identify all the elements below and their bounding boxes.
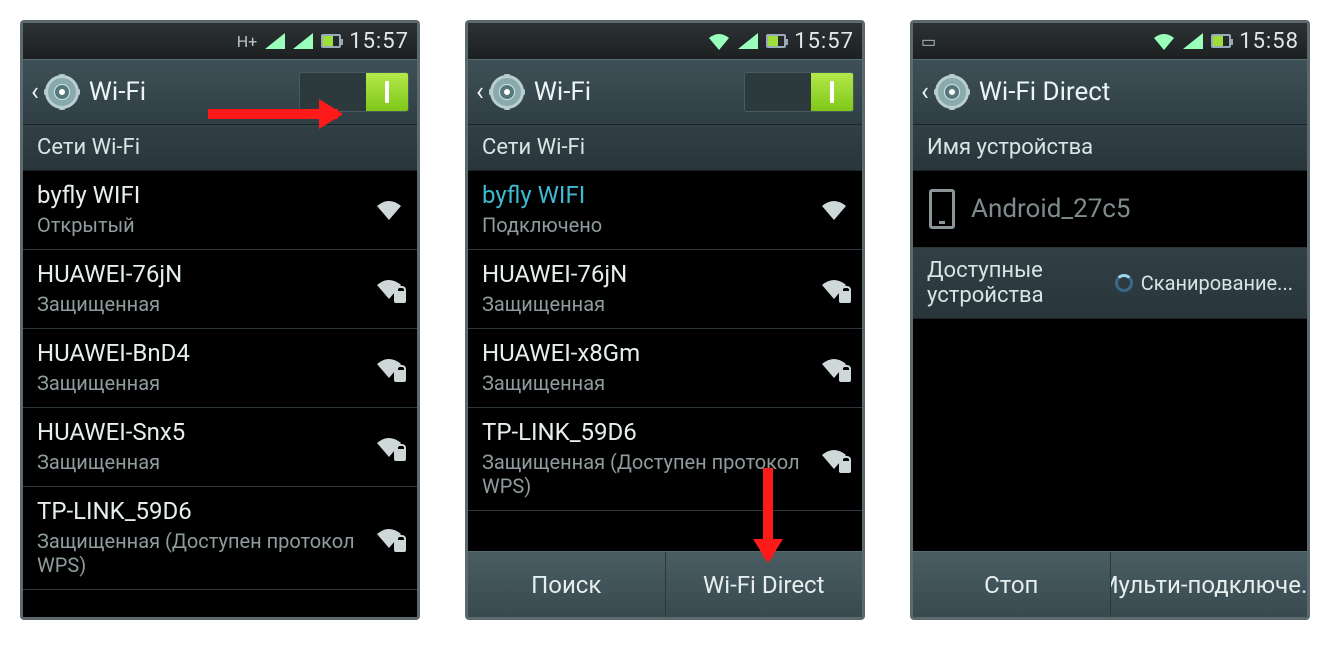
wifi-network-list: byfly WIFI Открытый HUAWEI-76jN Защищенная… [23,171,417,617]
signal-icon [738,33,758,49]
back-button[interactable]: ‹ [476,77,488,107]
wifi-signal-lock-icon [820,356,848,378]
header-bar: ‹ Wi-Fi [468,59,862,125]
wifi-signal-lock-icon [375,526,403,548]
wifi-signal-lock-icon [375,277,403,299]
network-status: Защищенная [37,450,375,474]
annotation-arrow-down [763,468,773,558]
page-title: Wi-Fi [89,77,299,107]
wifi-signal-lock-icon [820,277,848,299]
status-bar: ▭ 15:58 [913,23,1307,59]
device-name: Android_27c5 [971,194,1131,224]
network-name: TP-LINK_59D6 [37,497,375,525]
settings-gear-icon [490,75,524,109]
page-title: Wi-Fi [534,77,744,107]
settings-gear-icon [45,75,79,109]
clock: 15:57 [349,29,409,54]
scanning-indicator: Сканирование... [1115,271,1293,295]
battery-icon [766,34,786,48]
status-bar: 15:57 [468,23,862,59]
battery-icon [1211,34,1231,48]
settings-gear-icon [935,75,969,109]
wifi-network-row[interactable]: HUAWEI-76jN Защищенная [23,250,417,329]
section-header: Сети Wi-Fi [23,125,417,171]
network-status: Защищенная [482,371,820,395]
network-status: Защищенная [37,292,375,316]
wifi-status-icon [1153,32,1175,50]
back-button[interactable]: ‹ [921,77,933,107]
spinner-icon [1115,274,1133,292]
network-name: byfly WIFI [482,181,820,209]
network-status: Защищенная [37,371,375,395]
wifi-signal-lock-icon [375,356,403,378]
bottom-action-bar: Поиск Wi-Fi Direct [468,551,862,617]
network-status: Подключено [482,213,820,237]
network-type-indicator: H+ [237,32,258,51]
wifi-toggle[interactable] [744,72,854,112]
network-status: Открытый [37,213,375,237]
bottom-action-bar: Стоп Мульти-подключе... [913,551,1307,617]
wifi-signal-lock-icon [820,447,848,469]
phone-screen-1: H+ 15:57 ‹ Wi-Fi Сети Wi-Fi byfly WIFI От… [20,20,420,620]
network-name: HUAWEI-76jN [37,260,375,288]
phone-screen-3: ▭ 15:58 ‹ Wi-Fi Direct Имя устройства An… [910,20,1310,620]
wifi-network-row[interactable]: HUAWEI-76jN Защищенная [468,250,862,329]
search-button[interactable]: Поиск [468,552,666,617]
signal-icon [293,33,313,49]
signal-icon [265,33,285,49]
phone-screen-2: 15:57 ‹ Wi-Fi Сети Wi-Fi byfly WIFI Подкл… [465,20,865,620]
wifi-status-icon [708,32,730,50]
network-status: Защищенная (Доступен протокол WPS) [37,529,375,577]
wifi-network-row[interactable]: HUAWEI-Snx5 Защищенная [23,408,417,487]
available-devices-list [913,319,1307,551]
wifi-network-list: byfly WIFI Подключено HUAWEI-76jN Защищенн… [468,171,862,551]
scanning-label: Сканирование... [1141,271,1293,295]
clock: 15:57 [794,29,854,54]
network-name: byfly WIFI [37,181,375,209]
section-header: Сети Wi-Fi [468,125,862,171]
wifi-signal-icon [375,198,403,220]
wifi-signal-icon [820,198,848,220]
signal-icon [1183,33,1203,49]
network-name: TP-LINK_59D6 [482,418,820,446]
wifi-network-row[interactable]: HUAWEI-BnD4 Защищенная [23,329,417,408]
page-title: Wi-Fi Direct [979,77,1299,107]
stop-button[interactable]: Стоп [913,552,1111,617]
phone-icon [929,189,955,229]
clock: 15:58 [1239,29,1299,54]
section-header-device-name: Имя устройства [913,125,1307,171]
network-name: HUAWEI-BnD4 [37,339,375,367]
wifi-network-row[interactable]: byfly WIFI Открытый [23,171,417,250]
network-status: Защищенная [482,292,820,316]
wifi-signal-lock-icon [375,435,403,457]
status-bar: H+ 15:57 [23,23,417,59]
device-name-row[interactable]: Android_27c5 [913,171,1307,248]
header-bar: ‹ Wi-Fi Direct [913,59,1307,125]
network-name: HUAWEI-x8Gm [482,339,820,367]
network-name: HUAWEI-Snx5 [37,418,375,446]
wifi-network-row[interactable]: TP-LINK_59D6Защищенная (Доступен протоко… [468,408,862,511]
wifi-network-row[interactable]: TP-LINK_59D6 Защищенная (Доступен протоко… [23,487,417,590]
available-devices-label: Доступные устройства [927,258,1115,308]
wifi-network-row[interactable]: byfly WIFI Подключено [468,171,862,250]
annotation-arrow-right [208,109,338,119]
network-name: HUAWEI-76jN [482,260,820,288]
notification-icon: ▭ [921,32,936,51]
multi-connect-button[interactable]: Мульти-подключе... [1111,552,1308,617]
battery-icon [321,34,341,48]
back-button[interactable]: ‹ [31,77,43,107]
section-header-available: Доступные устройства Сканирование... [913,248,1307,319]
wifi-network-row[interactable]: HUAWEI-x8Gm Защищенная [468,329,862,408]
